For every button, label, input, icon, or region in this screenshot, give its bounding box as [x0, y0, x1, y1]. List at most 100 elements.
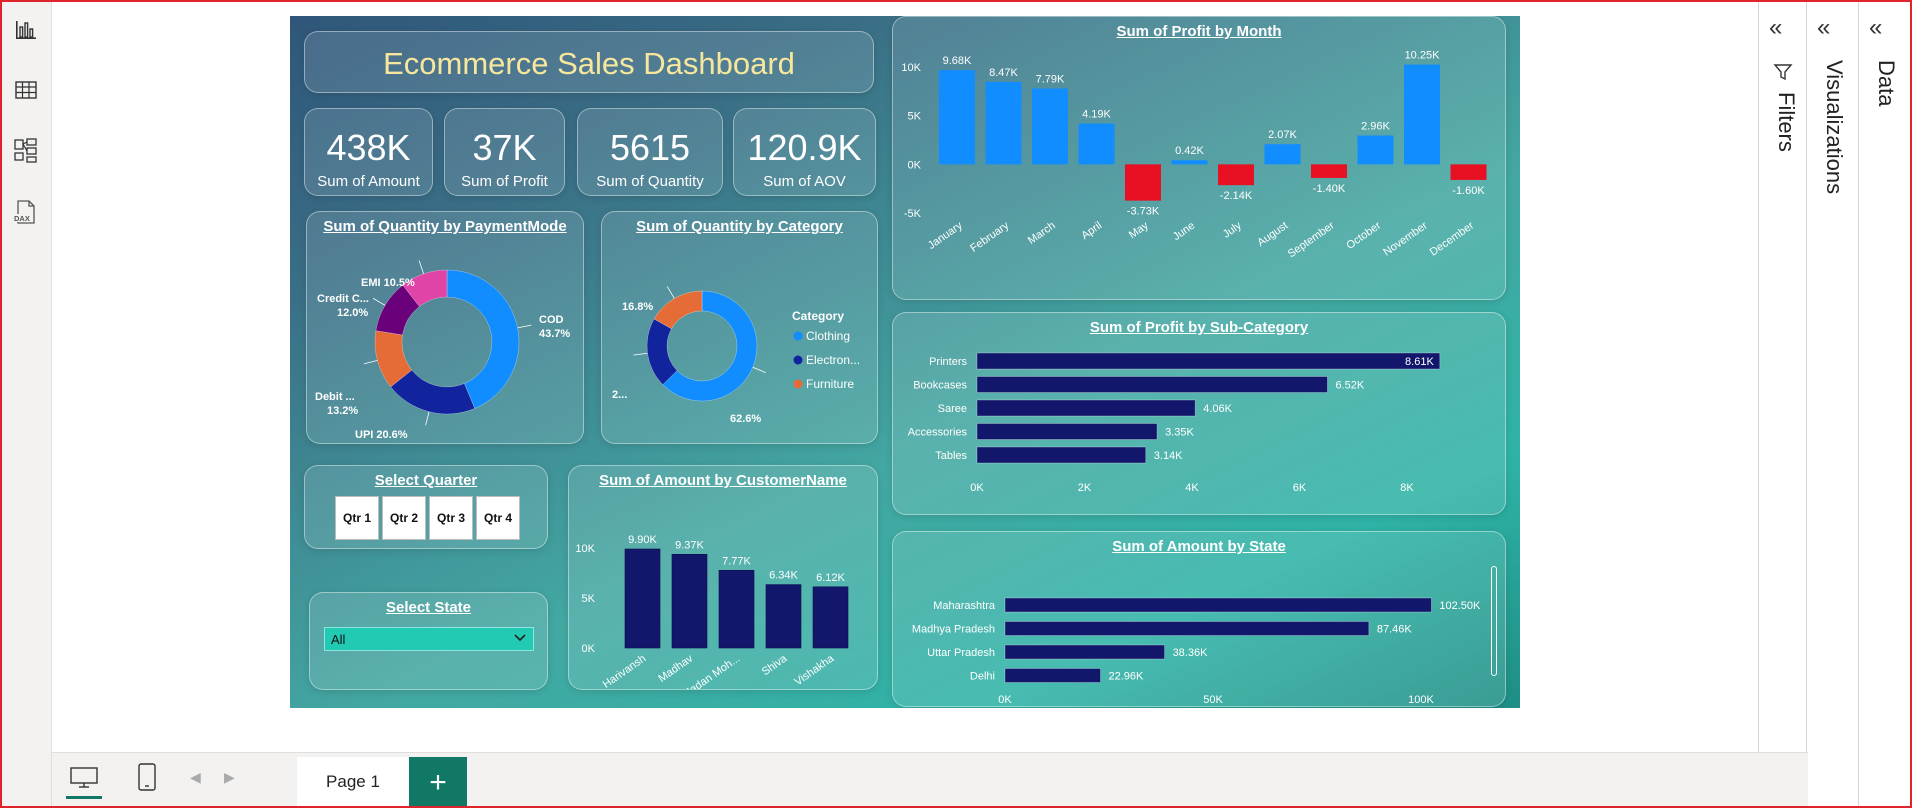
x-tick-label: Madhav	[656, 652, 695, 685]
x-tick-label: May	[1127, 219, 1151, 241]
next-page-icon[interactable]: ▶	[224, 769, 235, 786]
slice-percent: 12.0%	[337, 307, 368, 319]
kpi-value: 37K	[472, 127, 537, 168]
quarter-button[interactable]: Qtr 2	[382, 496, 426, 540]
data-label: 10.25K	[1405, 50, 1441, 62]
amount-by-state-visual[interactable]: Sum of Amount by State Maharashtra 102.50…	[892, 531, 1506, 707]
y-tick-label: 5K	[582, 593, 596, 605]
category-donut: 62.6% 2... 16.8% Category Clothing Electron..…	[612, 286, 860, 425]
leader-line	[418, 260, 425, 275]
bar	[976, 376, 1328, 393]
bar	[812, 586, 849, 649]
table-view-icon[interactable]	[8, 72, 44, 108]
data-label: -1.40K	[1313, 183, 1346, 195]
filters-pane[interactable]: « Filters	[1758, 0, 1806, 808]
double-chevron-left-icon[interactable]: «	[1817, 14, 1830, 42]
y-tick-label: Accessories	[908, 427, 968, 439]
leader-line	[517, 324, 532, 329]
bar	[1125, 164, 1161, 201]
prev-page-icon[interactable]: ◀	[190, 769, 201, 786]
leader-line	[372, 297, 386, 306]
data-label: -3.73K	[1127, 206, 1160, 218]
add-page-button[interactable]: +	[409, 757, 467, 808]
double-chevron-left-icon[interactable]: «	[1869, 14, 1882, 42]
data-label: 4.06K	[1203, 403, 1232, 415]
quarter-button[interactable]: Qtr 4	[476, 496, 520, 540]
visualizations-pane[interactable]: « Visualizations	[1806, 0, 1858, 808]
x-tick-label: August	[1255, 220, 1290, 249]
kpi-card-quantity[interactable]: 5615 Sum of Quantity	[577, 108, 723, 196]
data-label: 22.96K	[1109, 671, 1145, 683]
x-tick-label: 0K	[970, 482, 984, 494]
kpi-value: 5615	[609, 127, 691, 168]
slice-label: UPI 20.6%	[355, 429, 408, 440]
x-tick-label: October	[1344, 219, 1383, 251]
slicer-title: Select State	[385, 599, 472, 616]
bar	[624, 548, 661, 649]
y-tick-label: Bookcases	[913, 380, 967, 392]
data-label: 38.36K	[1173, 647, 1209, 659]
profit-by-month-visual[interactable]: Sum of Profit by Month -5K 0K 5K 10K 9.68K Ja…	[892, 16, 1506, 300]
bar	[985, 81, 1022, 165]
slicer-title: Select Quarter	[374, 472, 478, 489]
kpi-card-amount[interactable]: 438K Sum of Amount	[304, 108, 433, 196]
legend-entry: Furniture	[806, 377, 854, 391]
category-visual[interactable]: Sum of Quantity by Category 62.6% 2... 16.…	[601, 211, 878, 444]
page-tab[interactable]: Page 1	[297, 757, 409, 808]
data-label: 6.52K	[1335, 380, 1364, 392]
data-pane[interactable]: « Data	[1858, 0, 1912, 808]
kpi-card-profit[interactable]: 37K Sum of Profit	[444, 108, 565, 196]
quarter-button[interactable]: Qtr 1	[335, 496, 379, 540]
x-tick-label: 100K	[1408, 694, 1434, 706]
profit-by-subcategory-visual[interactable]: Sum of Profit by Sub-Category Printers 8.…	[892, 312, 1506, 515]
bar	[765, 584, 802, 649]
customer-amount-visual[interactable]: Sum of Amount by CustomerName 0K 5K 10K 9.9…	[568, 465, 878, 690]
state-dropdown[interactable]: All	[324, 627, 534, 651]
donut-slice	[653, 290, 703, 330]
data-label: 9.37K	[675, 539, 704, 551]
bar	[1218, 164, 1254, 186]
mobile-layout-icon[interactable]	[138, 763, 156, 796]
slice-label: COD	[539, 314, 564, 326]
model-view-icon[interactable]	[8, 132, 44, 168]
double-chevron-left-icon[interactable]: «	[1769, 14, 1782, 42]
legend-marker	[793, 331, 803, 341]
x-tick-label: December	[1428, 219, 1477, 258]
data-label: 6.34K	[769, 570, 798, 582]
leader-line	[666, 286, 675, 299]
kpi-label: Sum of Amount	[317, 173, 420, 190]
vertical-scrollbar[interactable]	[1491, 566, 1497, 676]
quarter-button[interactable]: Qtr 3	[429, 496, 473, 540]
right-panes: « Filters « Visualizations « Data	[1758, 0, 1912, 808]
bar	[1004, 644, 1165, 660]
bar	[1171, 160, 1208, 165]
data-label: 2.96K	[1361, 121, 1390, 133]
legend-entry: Electron...	[806, 353, 860, 367]
report-view-icon[interactable]	[8, 12, 44, 48]
bar	[1078, 123, 1115, 165]
bar	[671, 553, 708, 649]
bar	[1032, 88, 1068, 165]
x-tick-label: June	[1171, 220, 1197, 244]
x-tick-label: 6K	[1293, 482, 1307, 494]
legend-marker	[793, 355, 803, 365]
data-label: 7.77K	[722, 555, 751, 567]
dax-query-icon[interactable]: DAX	[8, 194, 44, 230]
leader-line	[363, 359, 378, 365]
leader-line	[633, 352, 648, 356]
desktop-layout-icon[interactable]	[66, 761, 102, 799]
kpi-card-aov[interactable]: 120.9K Sum of AOV	[733, 108, 876, 196]
data-label: 6.12K	[816, 572, 845, 584]
bar	[1357, 135, 1394, 165]
bar	[1004, 597, 1432, 613]
report-canvas: Ecommerce Sales Dashboard 438K Sum of Am…	[290, 16, 1520, 708]
x-tick-label: Shiva	[760, 652, 790, 678]
y-tick-label: 10K	[575, 543, 595, 555]
visual-title: Sum of Amount by CustomerName	[599, 472, 847, 489]
data-label: 8.61K	[1405, 356, 1434, 368]
svg-text:DAX: DAX	[14, 214, 30, 223]
slice-percent: 2...	[612, 389, 627, 401]
x-tick-label: April	[1079, 220, 1104, 242]
bar	[939, 70, 975, 165]
payment-mode-visual[interactable]: Sum of Quantity by PaymentMode COD 43.7% U…	[306, 211, 584, 444]
